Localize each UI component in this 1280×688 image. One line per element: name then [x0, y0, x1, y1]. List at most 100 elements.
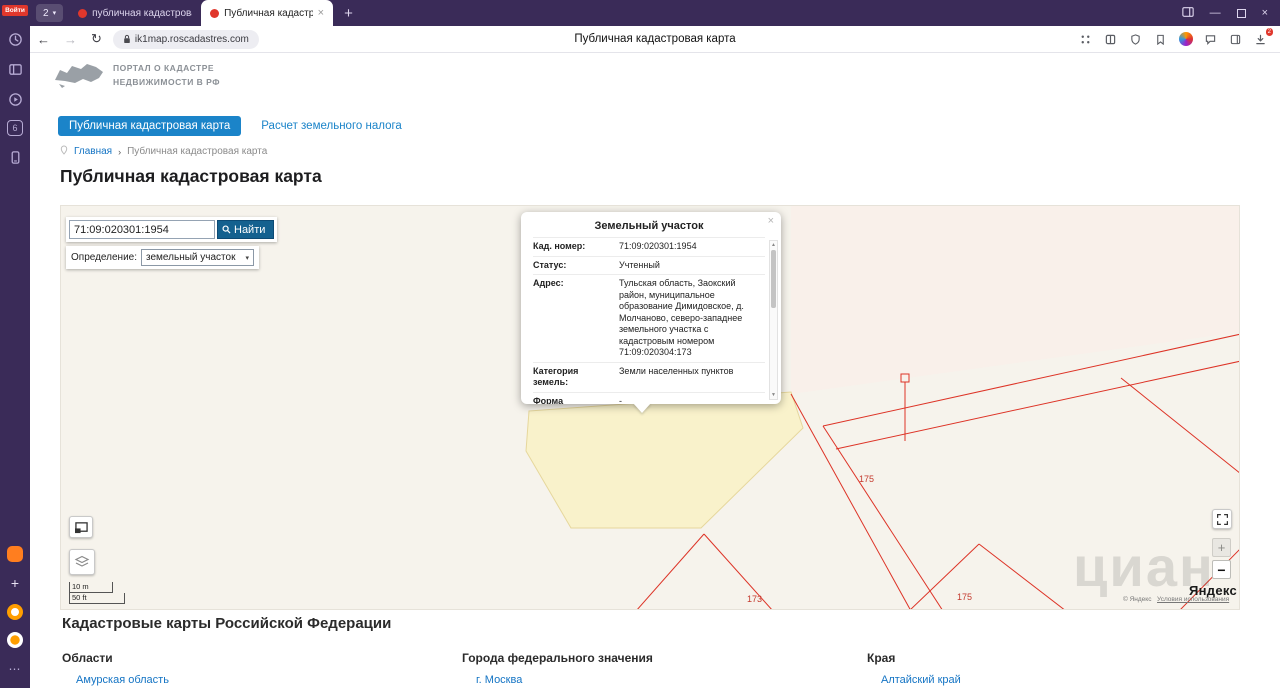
- chat-icon[interactable]: [1203, 32, 1218, 47]
- row-value: Учтенный: [619, 259, 660, 270]
- browser-navbar: Публичная кадастровая карта ← → ↻ ik1map…: [30, 26, 1280, 53]
- navbar-actions: 2: [1078, 27, 1280, 47]
- find-button[interactable]: Найти: [217, 220, 275, 239]
- more-icon[interactable]: ⋯: [6, 660, 24, 678]
- url-text: ik1map.roscadastres.com: [134, 33, 249, 45]
- address-bar[interactable]: ik1map.roscadastres.com: [112, 29, 259, 49]
- fullscreen-icon: [1216, 513, 1228, 525]
- mail-icon[interactable]: [7, 632, 23, 648]
- browser-panels-icon[interactable]: [1181, 6, 1194, 21]
- refresh-icon[interactable]: ↻: [91, 31, 102, 47]
- select-area-button[interactable]: [69, 516, 93, 538]
- footer-link[interactable]: г. Москва: [476, 674, 522, 686]
- browser-sidebar: Войти 6 + ⋯: [0, 0, 30, 688]
- new-tab-button[interactable]: +: [344, 5, 353, 22]
- scrollbar-thumb[interactable]: [771, 250, 776, 308]
- login-button[interactable]: Войти: [2, 5, 28, 16]
- lock-icon: [124, 34, 130, 43]
- footer-col-title: Области: [62, 651, 113, 665]
- apps-grid-icon[interactable]: [1078, 32, 1093, 47]
- popup-title: Земельный участок: [594, 220, 704, 232]
- alice-icon[interactable]: [7, 604, 23, 620]
- avatar[interactable]: [1178, 32, 1193, 47]
- messenger-icon[interactable]: [7, 546, 23, 562]
- download-badge: 2: [1265, 27, 1273, 36]
- parcel-number-label: 175: [859, 474, 875, 484]
- footer-link[interactable]: Амурская область: [76, 674, 169, 686]
- site-tabs: Публичная кадастровая карта Расчет земел…: [58, 116, 402, 136]
- breadcrumb-home-link[interactable]: Главная: [74, 146, 112, 157]
- sidebar-toggle-icon[interactable]: [1228, 32, 1243, 47]
- minimize-icon[interactable]: —: [1210, 7, 1221, 19]
- zoom-in-button[interactable]: +: [1212, 538, 1231, 557]
- phone-icon[interactable]: [6, 148, 24, 166]
- popup-pointer: [633, 403, 651, 413]
- tab-title: публичная кадастровая: [92, 7, 193, 19]
- close-icon[interactable]: ×: [1262, 7, 1268, 19]
- map-region-tint: [791, 206, 1239, 394]
- page-heading: Публичная кадастровая карта: [60, 166, 322, 186]
- layers-button[interactable]: [69, 549, 95, 575]
- selected-parcel-polygon[interactable]: [525, 391, 804, 529]
- collections-icon[interactable]: [1103, 32, 1118, 47]
- row-label: Форма собственности:: [533, 395, 564, 404]
- download-icon[interactable]: 2: [1253, 27, 1273, 47]
- logo-text: ПОРТАЛ О КАДАСТРЕ НЕДВИЖИМОСТИ В РФ: [113, 63, 220, 87]
- popup-close-icon[interactable]: ×: [768, 215, 774, 227]
- site-page: ПОРТАЛ О КАДАСТРЕ НЕДВИЖИМОСТИ В РФ Публ…: [30, 53, 1280, 688]
- footer-heading: Кадастровые карты Российской Федерации: [62, 615, 392, 632]
- tab-group-chip[interactable]: 2 ▾: [36, 4, 64, 22]
- chevron-down-icon: ▾: [245, 254, 249, 262]
- window-controls: — ×: [1181, 6, 1280, 21]
- row-label: Кад. номер:: [533, 241, 586, 251]
- pin-icon: [60, 145, 68, 158]
- row-value: Земли населенных пунктов: [619, 365, 734, 376]
- parcel-number-label: 173: [747, 594, 763, 604]
- row-value: 71:09:020301:1954: [619, 241, 697, 251]
- scale-imperial: 50 ft: [69, 593, 125, 604]
- play-icon[interactable]: [6, 90, 24, 108]
- breadcrumb-current: Публичная кадастровая карта: [127, 146, 268, 157]
- yandex-logo: Яндекс: [1189, 583, 1238, 598]
- counter-badge[interactable]: 6: [7, 120, 23, 136]
- layers-icon: [74, 555, 90, 567]
- panels-icon[interactable]: [6, 60, 24, 78]
- popup-row: Адрес: Тульская область, Заокский район,…: [533, 274, 765, 362]
- popup-scrollbar[interactable]: ▲ ▼: [769, 240, 778, 400]
- scroll-up-icon[interactable]: ▲: [770, 241, 777, 249]
- chevron-down-icon: ▾: [52, 10, 57, 17]
- breadcrumb: Главная › Публичная кадастровая карта: [60, 145, 267, 158]
- bookmark-icon[interactable]: [1153, 32, 1168, 47]
- cadastral-search-input[interactable]: [69, 220, 215, 239]
- tab-public-map[interactable]: Публичная кадастровая карта: [58, 116, 242, 136]
- map-container[interactable]: 175 173 175 циан Найти Определение: земе…: [60, 205, 1240, 610]
- scale-metric: 10 m: [69, 582, 113, 593]
- browser-tab-2-active[interactable]: Публичная кадастровая ×: [201, 0, 334, 26]
- object-type-select[interactable]: земельный участок ▾: [141, 249, 254, 266]
- tab-favicon: [78, 8, 88, 18]
- history-icon[interactable]: [6, 30, 24, 48]
- site-logo[interactable]: ПОРТАЛ О КАДАСТРЕ НЕДВИЖИМОСТИ В РФ: [53, 60, 220, 92]
- footer-col-title: Края: [867, 651, 896, 665]
- parcel-info-popup: × Земельный участок Кад. номер: 71:09:02…: [521, 212, 781, 404]
- forward-icon[interactable]: →: [64, 32, 77, 47]
- back-icon[interactable]: ←: [37, 32, 50, 47]
- screen: Войти 6 + ⋯ 2 ▾ публичная кадастровая Пу…: [0, 0, 1280, 688]
- add-icon[interactable]: +: [6, 574, 24, 592]
- row-value: Тульская область, Заокский район, муници…: [619, 278, 744, 358]
- parcel-number-label: 175: [957, 592, 973, 602]
- fullscreen-button[interactable]: [1212, 509, 1232, 529]
- tab-close-icon[interactable]: ×: [318, 7, 324, 19]
- browser-tab-1[interactable]: публичная кадастровая: [69, 0, 201, 26]
- tab-bar: 2 ▾ публичная кадастровая Публичная када…: [30, 0, 1280, 26]
- scroll-down-icon[interactable]: ▼: [770, 391, 777, 399]
- russia-map-icon: [55, 64, 103, 88]
- search-icon: [222, 225, 231, 234]
- filter-label: Определение:: [71, 252, 138, 263]
- zoom-out-button[interactable]: −: [1212, 560, 1231, 579]
- maximize-icon[interactable]: [1236, 8, 1246, 18]
- tab-land-tax[interactable]: Расчет земельного налога: [261, 120, 402, 132]
- footer-link[interactable]: Алтайский край: [881, 674, 961, 686]
- shield-icon[interactable]: [1128, 32, 1143, 47]
- row-label: Статус:: [533, 259, 567, 270]
